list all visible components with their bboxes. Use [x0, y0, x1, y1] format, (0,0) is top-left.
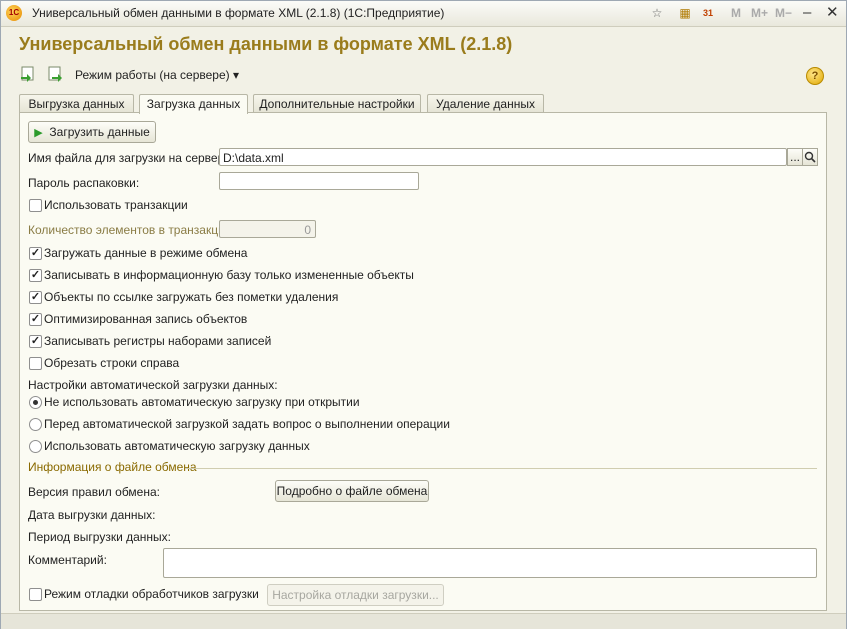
option-checkbox[interactable]: ✓ — [29, 313, 42, 326]
calendar-icon[interactable]: 31 — [700, 5, 716, 21]
tab-export[interactable]: Выгрузка данных — [19, 94, 134, 113]
option-label: Обрезать строки справа — [44, 356, 180, 370]
load-data-label: Загрузить данные — [49, 125, 150, 139]
load-data-button[interactable]: ▶ Загрузить данные — [28, 121, 156, 143]
password-label: Пароль распаковки: — [28, 176, 140, 190]
comment-input[interactable] — [163, 548, 817, 578]
chevron-down-icon: ▾ — [233, 68, 240, 82]
items-in-transaction-label: Количество элементов в транзакции: — [28, 223, 235, 237]
import-panel: ▶ Загрузить данные Имя файла для загрузк… — [19, 112, 827, 611]
use-transactions-label: Использовать транзакции — [44, 198, 188, 212]
auto-load-option-label: Не использовать автоматическую загрузку … — [44, 395, 360, 409]
status-bar — [1, 613, 846, 629]
option-checkbox[interactable]: ✓ — [29, 291, 42, 304]
favorite-star-icon[interactable]: ☆ — [649, 5, 665, 21]
use-transactions-checkbox[interactable] — [29, 199, 42, 212]
tab-additional-settings[interactable]: Дополнительные настройки — [253, 94, 421, 113]
debug-mode-checkbox[interactable] — [29, 588, 42, 601]
export-period-label: Период выгрузки данных: — [28, 530, 172, 544]
tab-delete-data[interactable]: Удаление данных — [427, 94, 544, 113]
auto-load-option-label: Перед автоматической загрузкой задать во… — [44, 417, 450, 431]
option-checkbox[interactable]: ✓ — [29, 269, 42, 282]
option-label: Записывать в информационную базу только … — [44, 268, 414, 282]
file-name-label: Имя файла для загрузки на сервере: — [28, 151, 235, 165]
comment-label: Комментарий: — [28, 553, 107, 567]
memory-button-m[interactable]: M — [731, 6, 741, 20]
work-mode-label: Режим работы (на сервере) — [75, 68, 230, 82]
option-label: Загружать данные в режиме обмена — [44, 246, 248, 260]
password-input[interactable] — [219, 172, 419, 190]
auto-load-radio[interactable] — [29, 418, 42, 431]
browse-button[interactable]: ... — [787, 148, 803, 166]
app-logo-icon: 1С — [6, 5, 22, 21]
group-divider — [185, 468, 817, 469]
memory-button-mminus[interactable]: M− — [775, 6, 792, 20]
auto-load-settings-title: Настройки автоматической загрузки данных… — [28, 378, 278, 392]
window-title: Универсальный обмен данными в формате XM… — [32, 6, 445, 20]
exchange-file-info-group: Информация о файле обмена — [28, 460, 197, 474]
option-checkbox[interactable]: ✓ — [29, 335, 42, 348]
title-bar: 1С Универсальный обмен данными в формате… — [1, 1, 846, 27]
minimize-icon[interactable]: – — [803, 4, 811, 21]
option-checkbox[interactable] — [29, 357, 42, 370]
memory-button-mplus[interactable]: M+ — [751, 6, 768, 20]
option-label: Объекты по ссылке загружать без пометки … — [44, 290, 339, 304]
tab-import[interactable]: Загрузка данных — [139, 94, 248, 114]
auto-load-radio[interactable] — [29, 440, 42, 453]
calculator-icon[interactable]: ▦ — [677, 5, 693, 21]
export-rules-icon[interactable] — [46, 65, 64, 83]
option-label: Записывать регистры наборами записей — [44, 334, 272, 348]
play-icon: ▶ — [34, 127, 43, 139]
auto-load-option-label: Использовать автоматическую загрузку дан… — [44, 439, 310, 453]
help-icon[interactable]: ? — [806, 67, 824, 85]
file-name-input[interactable]: D:\data.xml — [219, 148, 787, 166]
export-date-label: Дата выгрузки данных: — [28, 508, 156, 522]
debug-settings-button: Настройка отладки загрузки... — [267, 584, 444, 606]
import-rules-icon[interactable] — [19, 65, 37, 83]
debug-mode-label: Режим отладки обработчиков загрузки — [44, 587, 259, 601]
close-icon[interactable]: ✕ — [826, 3, 839, 21]
rules-version-label: Версия правил обмена: — [28, 485, 160, 499]
items-in-transaction-input: 0 — [219, 220, 316, 238]
auto-load-radio[interactable] — [29, 396, 42, 409]
search-icon[interactable] — [802, 148, 818, 166]
main-window: 1С Универсальный обмен данными в формате… — [0, 0, 847, 629]
page-title: Универсальный обмен данными в формате XM… — [19, 34, 513, 54]
work-mode-dropdown[interactable]: Режим работы (на сервере) ▾ — [75, 68, 239, 82]
option-checkbox[interactable]: ✓ — [29, 247, 42, 260]
option-label: Оптимизированная запись объектов — [44, 312, 248, 326]
file-details-button[interactable]: Подробно о файле обмена — [275, 480, 429, 502]
